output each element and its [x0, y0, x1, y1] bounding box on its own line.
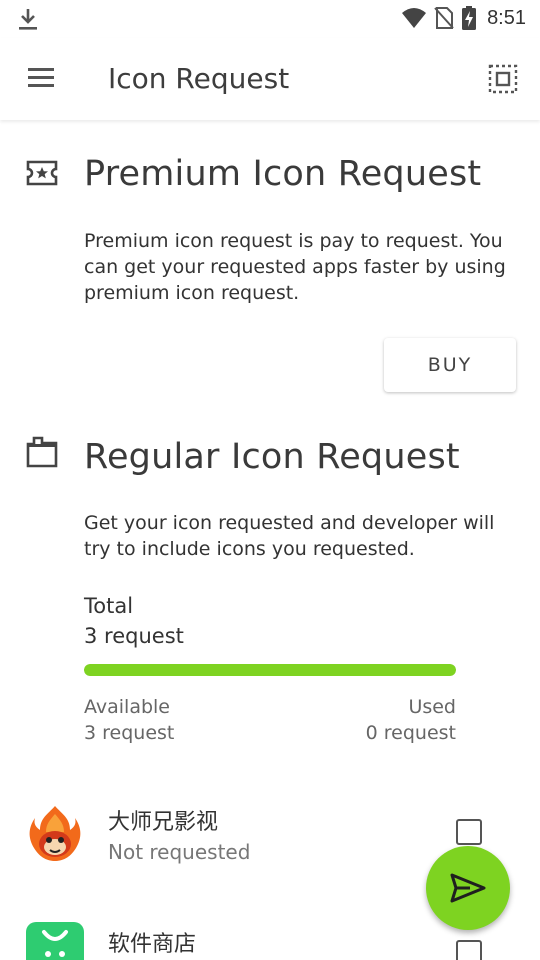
regular-title: Regular Icon Request — [84, 437, 460, 477]
request-checkbox[interactable] — [456, 819, 482, 845]
app-icon-monkey — [29, 806, 81, 861]
app-status: Not requested — [108, 840, 251, 864]
no-sim-icon — [434, 7, 454, 29]
used-value: 0 request — [365, 722, 456, 744]
regular-description: Get your icon requested and developer wi… — [84, 512, 495, 560]
request-progress-bar — [84, 664, 456, 676]
total-label: Total — [84, 594, 134, 618]
used-label: Used — [408, 696, 456, 718]
menu-icon[interactable] — [26, 66, 56, 90]
send-icon — [450, 873, 486, 903]
progress-fill — [84, 664, 456, 676]
total-value: 3 request — [84, 624, 184, 648]
folder-icon — [26, 436, 58, 468]
buy-button[interactable]: BUY — [384, 338, 516, 392]
available-value: 3 request — [84, 722, 175, 744]
available-label: Available — [84, 696, 171, 718]
ticket-icon — [26, 160, 58, 186]
app-name: 大师兄影视 — [108, 810, 219, 835]
app-name: 软件商店 — [108, 932, 197, 957]
select-all-icon[interactable] — [488, 64, 518, 94]
app-bar: Icon Request — [0, 38, 540, 120]
status-bar: 8:51 — [0, 0, 540, 38]
send-request-fab[interactable] — [426, 846, 510, 930]
premium-description: Premium icon request is pay to request. … — [84, 230, 506, 304]
app-icon-store — [26, 922, 84, 960]
premium-title: Premium Icon Request — [84, 154, 482, 194]
status-time: 8:51 — [487, 6, 526, 29]
page-title: Icon Request — [108, 62, 290, 95]
download-icon — [19, 9, 37, 30]
battery-charging-icon — [462, 6, 477, 30]
wifi-icon — [402, 8, 427, 28]
request-checkbox[interactable] — [456, 940, 482, 960]
